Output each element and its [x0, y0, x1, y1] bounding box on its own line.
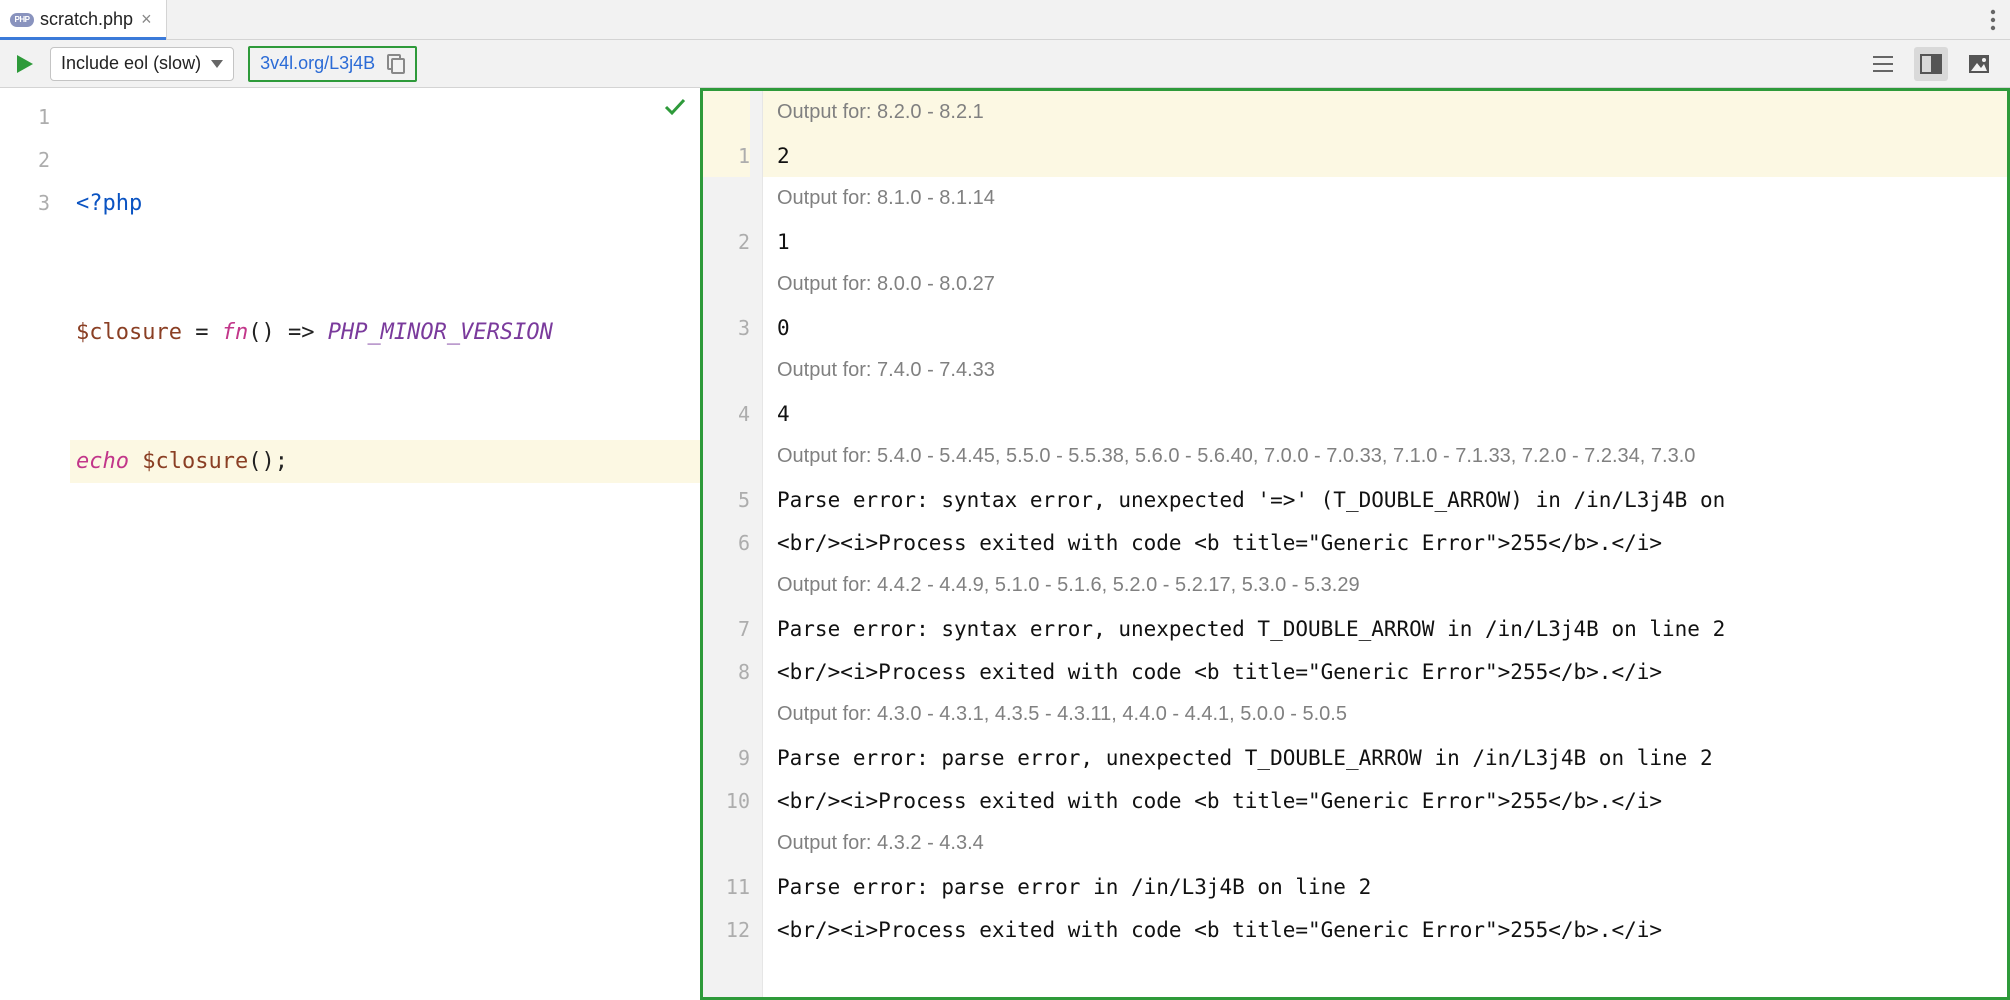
output-line: Parse error: parse error, unexpected T_D… — [763, 736, 2007, 779]
code-area[interactable]: <?php $closure = fn() => PHP_MINOR_VERSI… — [70, 88, 700, 1000]
image-view-icon[interactable] — [1962, 47, 1996, 81]
close-icon[interactable]: × — [139, 9, 154, 30]
code-token: echo — [76, 440, 129, 483]
output-area[interactable]: Output for: 8.2.0 - 8.2.12Output for: 8.… — [763, 91, 2007, 997]
output-panel: 123456789101112 Output for: 8.2.0 - 8.2.… — [700, 88, 2010, 1000]
output-header: Output for: 8.0.0 - 8.0.27 — [763, 263, 2007, 306]
kebab-icon — [1990, 9, 1996, 31]
output-header: Output for: 4.3.0 - 4.3.1, 4.3.5 - 4.3.1… — [763, 693, 2007, 736]
tab-scratch[interactable]: PHP scratch.php × — [0, 0, 167, 39]
output-line-number: 5 — [703, 478, 750, 521]
share-url-link[interactable]: 3v4l.org/L3j4B — [260, 53, 375, 74]
output-line-number — [703, 177, 750, 220]
output-line-number — [703, 435, 750, 478]
split-view-icon[interactable] — [1914, 47, 1948, 81]
toolbar: Include eol (slow) 3v4l.org/L3j4B — [0, 40, 2010, 88]
output-header: Output for: 4.3.2 - 4.3.4 — [763, 822, 2007, 865]
output-line-number — [703, 693, 750, 736]
output-line: Parse error: syntax error, unexpected T_… — [763, 607, 2007, 650]
code-token: PHP_MINOR_VERSION — [328, 311, 553, 354]
tab-bar: PHP scratch.php × — [0, 0, 2010, 40]
dropdown-label: Include eol (slow) — [61, 53, 201, 74]
code-token: <?php — [76, 182, 142, 225]
output-header: Output for: 7.4.0 - 7.4.33 — [763, 349, 2007, 392]
output-header: Output for: 4.4.2 - 4.4.9, 5.1.0 - 5.1.6… — [763, 564, 2007, 607]
tab-label: scratch.php — [40, 9, 133, 30]
share-url-box: 3v4l.org/L3j4B — [248, 46, 417, 82]
chevron-down-icon — [211, 60, 223, 68]
line-number: 1 — [0, 96, 50, 139]
output-line: <br/><i>Process exited with code <b titl… — [763, 779, 2007, 822]
main-split: 1 2 3 <?php $closure = fn() => PHP_MINOR… — [0, 88, 2010, 1000]
check-icon — [664, 98, 686, 116]
copy-icon[interactable] — [385, 54, 405, 74]
code-token: = — [182, 311, 222, 354]
output-line-number: 10 — [703, 779, 750, 822]
output-line: Parse error: syntax error, unexpected '=… — [763, 478, 2007, 521]
output-line: 4 — [763, 392, 2007, 435]
output-line: Parse error: parse error in /in/L3j4B on… — [763, 865, 2007, 908]
output-line-number: 9 — [703, 736, 750, 779]
run-button[interactable] — [14, 54, 36, 74]
output-line-number: 12 — [703, 908, 750, 951]
output-line: 1 — [763, 220, 2007, 263]
output-line: 2 — [763, 134, 2007, 177]
output-header: Output for: 8.2.0 - 8.2.1 — [763, 91, 2007, 134]
output-line: <br/><i>Process exited with code <b titl… — [763, 908, 2007, 951]
output-line-number — [703, 822, 750, 865]
output-header: Output for: 8.1.0 - 8.1.14 — [763, 177, 2007, 220]
output-line-number: 8 — [703, 650, 750, 693]
output-line-number — [703, 349, 750, 392]
code-token: (); — [248, 440, 288, 483]
output-line-number: 4 — [703, 392, 750, 435]
output-line-number: 1 — [703, 134, 750, 177]
code-token: () => — [248, 311, 327, 354]
code-editor[interactable]: 1 2 3 <?php $closure = fn() => PHP_MINOR… — [0, 88, 700, 1000]
output-line: <br/><i>Process exited with code <b titl… — [763, 650, 2007, 693]
code-token: $closure — [76, 311, 182, 354]
output-line-number: 7 — [703, 607, 750, 650]
more-menu-button[interactable] — [1976, 0, 2010, 39]
output-line-number: 2 — [703, 220, 750, 263]
output-line-number: 11 — [703, 865, 750, 908]
output-line-number: 6 — [703, 521, 750, 564]
list-view-icon[interactable] — [1866, 47, 1900, 81]
output-line: 0 — [763, 306, 2007, 349]
output-line-number — [703, 564, 750, 607]
line-number: 2 — [0, 139, 50, 182]
output-gutter: 123456789101112 — [703, 91, 763, 997]
output-header: Output for: 5.4.0 - 5.4.45, 5.5.0 - 5.5.… — [763, 435, 2007, 478]
line-number: 3 — [0, 182, 50, 225]
output-line: <br/><i>Process exited with code <b titl… — [763, 521, 2007, 564]
code-token: fn — [222, 311, 249, 354]
output-line-number — [703, 263, 750, 306]
play-icon — [16, 54, 34, 74]
php-file-icon: PHP — [10, 11, 34, 29]
editor-gutter: 1 2 3 — [0, 88, 70, 1000]
code-token — [129, 440, 142, 483]
output-line-number — [703, 91, 750, 134]
code-token: $closure — [142, 440, 248, 483]
run-mode-dropdown[interactable]: Include eol (slow) — [50, 47, 234, 81]
output-line-number: 3 — [703, 306, 750, 349]
